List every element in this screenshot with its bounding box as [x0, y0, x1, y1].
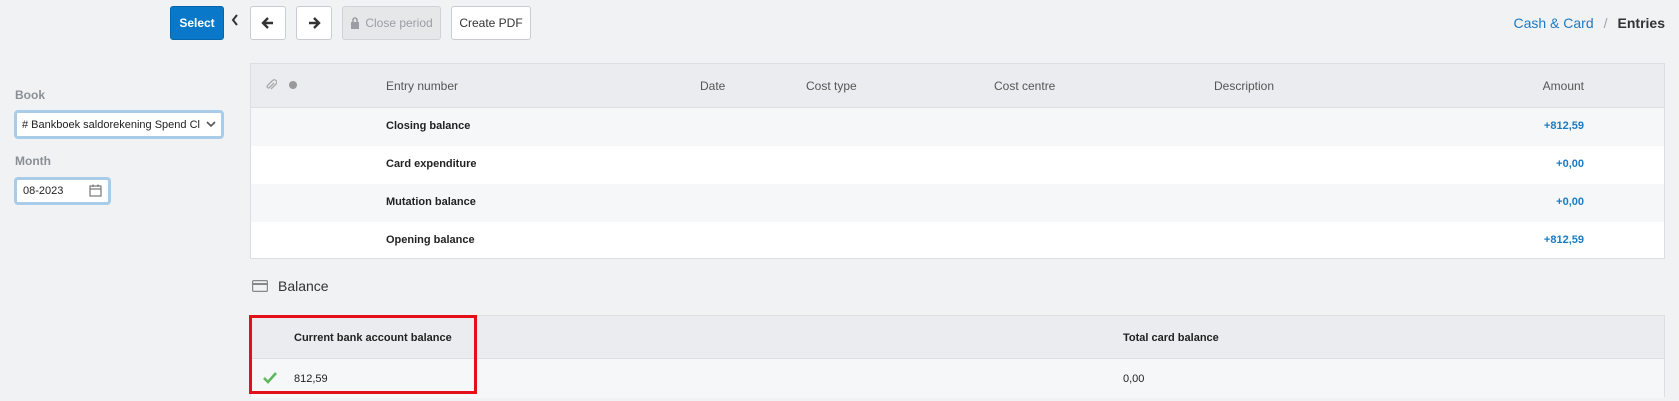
book-label: Book	[15, 88, 45, 102]
create-pdf-button[interactable]: Create PDF	[451, 6, 531, 40]
balance-title: Balance	[278, 278, 329, 294]
table-row[interactable]: Opening balance +812,59	[251, 222, 1664, 260]
balance-section-title: Balance	[252, 278, 329, 294]
next-button[interactable]	[296, 6, 332, 40]
select-button[interactable]: Select	[170, 6, 224, 40]
row-label: Mutation balance	[386, 196, 476, 208]
column-amount[interactable]: Amount	[1543, 79, 1584, 93]
chevron-down-icon	[203, 118, 217, 130]
chevron-left-icon[interactable]	[230, 13, 240, 27]
row-amount[interactable]: +812,59	[1544, 234, 1584, 246]
row-amount[interactable]: +0,00	[1556, 196, 1584, 208]
arrow-right-icon	[307, 16, 321, 30]
row-label: Card expenditure	[386, 158, 477, 170]
checkmark-icon	[263, 372, 277, 384]
balance-table-header: Current bank account balance Total card …	[251, 316, 1664, 359]
book-select[interactable]: # Bankboek saldorekening Spend Cl	[14, 110, 224, 139]
entries-table: Entry number Date Cost type Cost centre …	[250, 63, 1665, 259]
table-row[interactable]: Card expenditure +0,00	[251, 146, 1664, 184]
column-cost-type[interactable]: Cost type	[806, 79, 857, 93]
month-input[interactable]: 08-2023	[14, 177, 111, 205]
status-dot-icon	[289, 81, 297, 89]
current-bank-balance-label: Current bank account balance	[294, 332, 452, 344]
row-label: Opening balance	[386, 234, 475, 246]
column-entry-number[interactable]: Entry number	[386, 79, 458, 93]
lock-icon	[350, 17, 360, 29]
breadcrumb-current: Entries	[1617, 15, 1665, 31]
table-row[interactable]: Closing balance +812,59	[251, 108, 1664, 146]
breadcrumb-cash-card-link[interactable]: Cash & Card	[1513, 15, 1593, 31]
entries-table-header: Entry number Date Cost type Cost centre …	[251, 64, 1664, 108]
credit-card-icon	[252, 280, 268, 292]
table-row[interactable]: Mutation balance +0,00	[251, 184, 1664, 222]
current-bank-balance-value: 812,59	[294, 373, 328, 385]
previous-button[interactable]	[250, 6, 286, 40]
row-amount[interactable]: +812,59	[1544, 120, 1584, 132]
month-label: Month	[15, 154, 51, 168]
row-label: Closing balance	[386, 120, 471, 132]
total-card-balance-label: Total card balance	[1123, 332, 1219, 344]
balance-table: Current bank account balance Total card …	[250, 315, 1665, 398]
column-date[interactable]: Date	[700, 79, 725, 93]
breadcrumb-separator: /	[1603, 15, 1608, 31]
breadcrumb: Cash & Card / Entries	[1513, 15, 1665, 31]
balance-row: 812,59 0,00	[251, 359, 1664, 398]
row-amount[interactable]: +0,00	[1556, 158, 1584, 170]
column-cost-centre[interactable]: Cost centre	[994, 79, 1055, 93]
paperclip-icon	[265, 78, 277, 92]
month-value: 08-2023	[23, 185, 64, 197]
book-select-value: # Bankboek saldorekening Spend Cl	[22, 118, 200, 131]
close-period-label: Close period	[365, 16, 433, 30]
arrow-left-icon	[261, 16, 275, 30]
column-description[interactable]: Description	[1214, 79, 1274, 93]
close-period-button[interactable]: Close period	[342, 6, 441, 40]
total-card-balance-value: 0,00	[1123, 373, 1145, 385]
calendar-icon[interactable]	[89, 184, 102, 197]
